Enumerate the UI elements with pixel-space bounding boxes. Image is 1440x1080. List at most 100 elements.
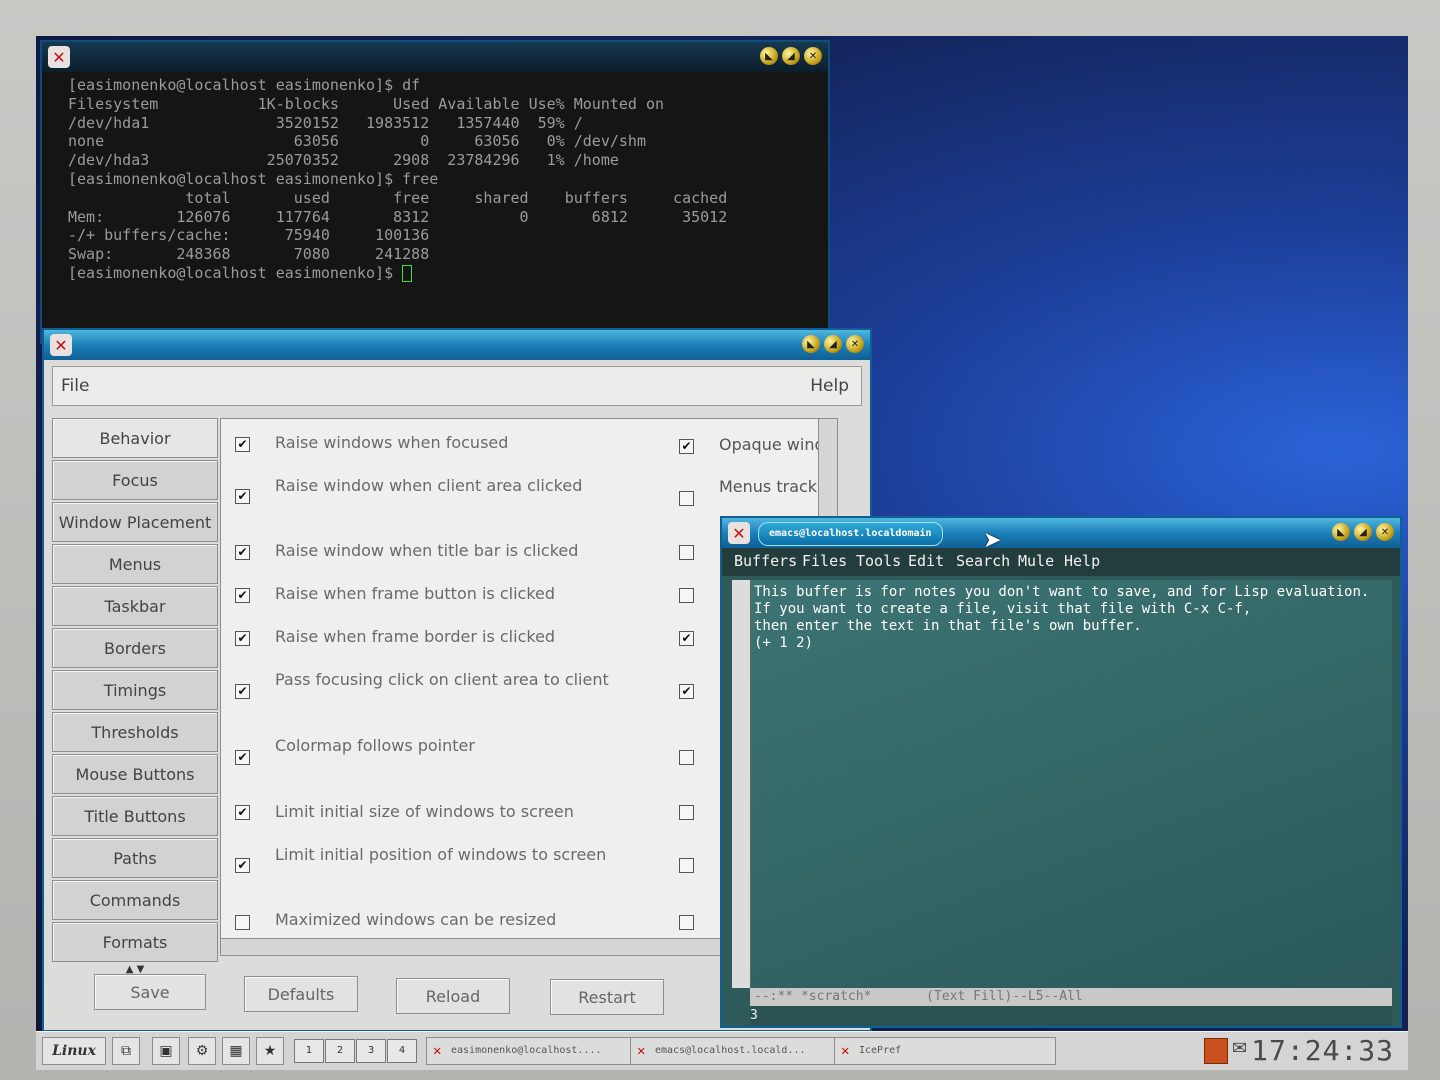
checkbox-limit-size[interactable]: ✔ xyxy=(235,805,250,820)
window-menu-icon[interactable]: ✕ xyxy=(728,522,750,544)
checkbox-right-9[interactable] xyxy=(679,858,694,873)
option-label: Raise window when title bar is clicked xyxy=(275,541,579,560)
reload-button[interactable]: Reload xyxy=(396,978,510,1014)
maximize-icon[interactable]: ◢ xyxy=(824,335,842,353)
emacs-menu-files[interactable]: Files xyxy=(802,552,847,570)
tab-timings[interactable]: Timings xyxy=(52,670,218,710)
menu-help[interactable]: Help xyxy=(810,376,849,396)
tab-taskbar[interactable]: Taskbar xyxy=(52,586,218,626)
checkbox-right-6[interactable]: ✔ xyxy=(679,684,694,699)
start-menu-button[interactable]: Linux xyxy=(42,1037,106,1065)
emacs-window[interactable]: ✕ emacs@localhost.localdomain ◣ ◢ ✕ Buff… xyxy=(720,516,1402,1028)
emacs-scrollbar[interactable] xyxy=(732,580,751,988)
checkbox-maximized-resize[interactable] xyxy=(235,915,250,930)
category-tabs: Behavior Focus Window Placement Menus Ta… xyxy=(52,418,218,975)
tab-behavior[interactable]: Behavior xyxy=(52,418,218,458)
terminal-line: total used free shared buffers cached xyxy=(68,188,728,207)
task-label: emacs@localhost.locald... xyxy=(655,1045,806,1056)
task-terminal[interactable]: ✕ easimonenko@localhost.... xyxy=(426,1037,648,1065)
minimize-icon[interactable]: ◣ xyxy=(1332,523,1350,541)
emacs-buffer-text[interactable]: This buffer is for notes you don't want … xyxy=(754,584,1369,652)
tab-borders[interactable]: Borders xyxy=(52,628,218,668)
terminal-window[interactable]: ✕ ◣ ◢ ✕ [easimonenko@localhost easimonen… xyxy=(40,40,830,344)
checkbox-right-2[interactable] xyxy=(679,491,694,506)
mail-icon[interactable]: ✉ xyxy=(1232,1038,1247,1059)
checkbox-right-8[interactable] xyxy=(679,805,694,820)
emacs-menu-help[interactable]: Help xyxy=(1064,552,1100,570)
checkbox-pass-focus-click[interactable]: ✔ xyxy=(235,684,250,699)
workspace-1[interactable]: 1 xyxy=(294,1039,324,1063)
tab-menus[interactable]: Menus xyxy=(52,544,218,584)
minimize-icon[interactable]: ◣ xyxy=(760,47,778,65)
checkbox-right-5[interactable]: ✔ xyxy=(679,631,694,646)
emacs-minibuffer[interactable]: 3 xyxy=(750,1006,1392,1026)
taskbar: Linux ⧉ ▣ ⚙ ▦ ★ 1 2 3 4 ✕ easimonenko@loc… xyxy=(36,1031,1408,1070)
maximize-icon[interactable]: ◢ xyxy=(782,47,800,65)
checkbox-right-3[interactable] xyxy=(679,545,694,560)
terminal-line: /dev/hda1 3520152 1983512 1357440 59% / xyxy=(68,113,583,132)
checkbox-raise-frame-button[interactable]: ✔ xyxy=(235,588,250,603)
checkbox-right-4[interactable] xyxy=(679,588,694,603)
checkbox-raise-titlebar[interactable]: ✔ xyxy=(235,545,250,560)
tab-mouse-buttons[interactable]: Mouse Buttons xyxy=(52,754,218,794)
grid-launcher-icon[interactable]: ▦ xyxy=(222,1037,250,1065)
tab-title-buttons[interactable]: Title Buttons xyxy=(52,796,218,836)
tab-window-placement[interactable]: Window Placement xyxy=(52,502,218,542)
clock[interactable]: 17:24:33 xyxy=(1251,1034,1394,1067)
emacs-menu-edit[interactable]: Edit xyxy=(908,552,944,570)
option-label: Pass focusing click on client area to cl… xyxy=(275,670,609,689)
tab-focus[interactable]: Focus xyxy=(52,460,218,500)
cpu-monitor-icon[interactable] xyxy=(1204,1038,1228,1064)
checkbox-colormap-pointer[interactable]: ✔ xyxy=(235,750,250,765)
maximize-icon[interactable]: ◢ xyxy=(1354,523,1372,541)
tool-launcher-icon[interactable]: ⚙ xyxy=(188,1037,216,1065)
favorites-icon[interactable]: ★ xyxy=(256,1037,284,1065)
tab-paths[interactable]: Paths xyxy=(52,838,218,878)
emacs-buffer[interactable]: This buffer is for notes you don't want … xyxy=(732,580,1392,988)
checkbox-right-10[interactable] xyxy=(679,915,694,930)
option-label: Raise when frame button is clicked xyxy=(275,584,556,603)
checkbox-right-1[interactable]: ✔ xyxy=(679,439,694,454)
window-menu-icon[interactable]: ✕ xyxy=(50,334,72,356)
emacs-menu-buffers[interactable]: Buffers xyxy=(734,552,797,570)
workspace-3[interactable]: 3 xyxy=(356,1039,386,1063)
window-menu-icon[interactable]: ✕ xyxy=(48,46,70,68)
workspace-2[interactable]: 2 xyxy=(325,1039,355,1063)
terminal-prompt: [easimonenko@localhost easimonenko]$ xyxy=(68,263,403,282)
emacs-titlebar[interactable]: ✕ emacs@localhost.localdomain ◣ ◢ ✕ xyxy=(722,518,1400,548)
close-icon[interactable]: ✕ xyxy=(804,47,822,65)
emacs-menu-tools[interactable]: Tools xyxy=(856,552,901,570)
save-button[interactable]: Save xyxy=(94,974,206,1010)
checkbox-limit-position[interactable]: ✔ xyxy=(235,858,250,873)
option-label: Limit initial position of windows to scr… xyxy=(275,845,607,864)
tab-formats[interactable]: Formats xyxy=(52,922,218,962)
task-label: easimonenko@localhost.... xyxy=(451,1045,602,1056)
minimize-icon[interactable]: ◣ xyxy=(802,335,820,353)
checkbox-raise-client-click[interactable]: ✔ xyxy=(235,489,250,504)
checkbox-right-7[interactable] xyxy=(679,750,694,765)
task-icepref[interactable]: ✕ IcePref xyxy=(834,1037,1056,1065)
emacs-menu-mule[interactable]: Mule xyxy=(1018,552,1054,570)
terminal-line: Filesystem 1K-blocks Used Available Use%… xyxy=(68,94,665,113)
terminal-titlebar[interactable]: ✕ ◣ ◢ ✕ xyxy=(42,42,828,72)
menu-file[interactable]: File xyxy=(61,376,89,396)
defaults-button[interactable]: Defaults xyxy=(244,976,358,1012)
tab-thresholds[interactable]: Thresholds xyxy=(52,712,218,752)
terminal-line: Mem: 126076 117764 8312 0 6812 35012 xyxy=(68,207,728,226)
close-icon[interactable]: ✕ xyxy=(846,335,864,353)
checkbox-raise-frame-border[interactable]: ✔ xyxy=(235,631,250,646)
icepref-menubar: File Help xyxy=(52,366,862,406)
emacs-menu-search[interactable]: Search xyxy=(956,552,1010,570)
tab-commands[interactable]: Commands xyxy=(52,880,218,920)
window-list-icon[interactable]: ⧉ xyxy=(112,1037,140,1065)
icepref-titlebar[interactable]: ✕ ◣ ◢ ✕ xyxy=(44,330,870,360)
desktop: ✕ ◣ ◢ ✕ [easimonenko@localhost easimonen… xyxy=(36,36,1408,1070)
terminal-output[interactable]: [easimonenko@localhost easimonenko]$ df F… xyxy=(68,76,818,338)
checkbox-raise-focused[interactable]: ✔ xyxy=(235,437,250,452)
task-emacs[interactable]: ✕ emacs@localhost.locald... xyxy=(630,1037,852,1065)
restart-button[interactable]: Restart xyxy=(550,979,664,1015)
terminal-launcher-icon[interactable]: ▣ xyxy=(152,1037,180,1065)
x-app-icon: ✕ xyxy=(433,1043,442,1059)
workspace-4[interactable]: 4 xyxy=(387,1039,417,1063)
close-icon[interactable]: ✕ xyxy=(1376,523,1394,541)
